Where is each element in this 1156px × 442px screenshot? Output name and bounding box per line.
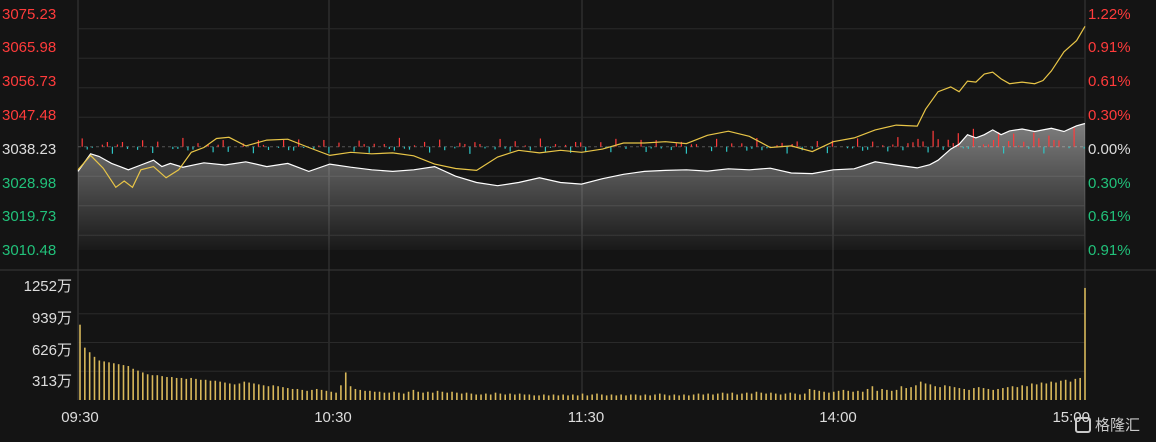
y-tick-left: 3056.73 [2, 73, 56, 90]
y-tick-left: 3038.23 [2, 141, 56, 158]
y-tick-left: 3019.73 [2, 208, 56, 225]
y-tick-left: 3028.98 [2, 175, 56, 192]
y-tick-right: 1.22% [1088, 6, 1131, 23]
y-tick-right: 0.91% [1088, 39, 1131, 56]
y-tick-left: 3047.48 [2, 107, 56, 124]
watermark: 格隆汇 [1075, 414, 1140, 435]
y-tick-left: 3010.48 [2, 242, 56, 259]
x-tick: 14:00 [819, 409, 857, 426]
y-tick-right: 0.61% [1088, 73, 1131, 90]
x-tick: 09:30 [61, 409, 99, 426]
volume-tick: 313万 [32, 373, 72, 390]
logo-icon [1075, 416, 1091, 433]
volume-tick: 1252万 [24, 278, 72, 295]
y-tick-left: 3075.23 [2, 6, 56, 23]
x-tick: 10:30 [314, 409, 352, 426]
intraday-chart: 3075.23 3065.98 3056.73 3047.48 3038.23 3028.… [0, 0, 1156, 426]
y-tick-right: 0.91% [1088, 242, 1131, 259]
volume-tick: 939万 [32, 310, 72, 327]
y-tick-left: 3065.98 [2, 39, 56, 56]
y-tick-right: 0.30% [1088, 107, 1131, 124]
momentum-bars [81, 127, 1085, 154]
x-tick: 11:30 [568, 409, 604, 426]
volume-tick: 626万 [32, 342, 72, 359]
y-tick-right: 0.61% [1088, 208, 1131, 225]
y-tick-right: 0.00% [1088, 141, 1131, 158]
watermark-text: 格隆汇 [1095, 416, 1141, 434]
y-tick-right: 0.30% [1088, 175, 1131, 192]
